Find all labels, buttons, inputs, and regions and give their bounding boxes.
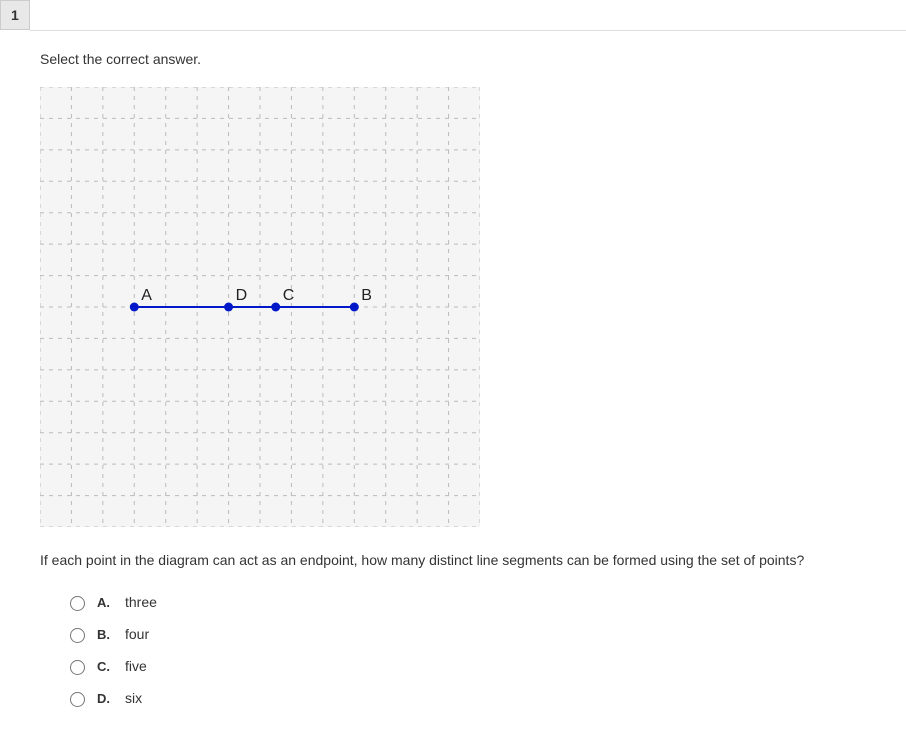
option-b-radio[interactable] bbox=[70, 628, 85, 643]
options-list: A. three B. four C. five D. six bbox=[40, 593, 886, 707]
point-a bbox=[130, 303, 139, 312]
point-b bbox=[350, 303, 359, 312]
instruction-text: Select the correct answer. bbox=[40, 51, 886, 67]
point-c bbox=[271, 303, 280, 312]
point-label-a: A bbox=[141, 287, 152, 304]
option-a[interactable]: A. three bbox=[65, 593, 886, 611]
question-number: 1 bbox=[0, 0, 30, 30]
option-letter: B. bbox=[97, 627, 111, 642]
option-c[interactable]: C. five bbox=[65, 657, 886, 675]
option-d-radio[interactable] bbox=[70, 692, 85, 707]
option-letter: C. bbox=[97, 659, 111, 674]
option-a-radio[interactable] bbox=[70, 596, 85, 611]
point-label-b: B bbox=[361, 287, 372, 304]
option-text: three bbox=[125, 594, 157, 610]
option-text: four bbox=[125, 626, 149, 642]
option-b[interactable]: B. four bbox=[65, 625, 886, 643]
diagram: ADCB bbox=[40, 87, 480, 527]
option-d[interactable]: D. six bbox=[65, 689, 886, 707]
point-label-d: D bbox=[236, 287, 248, 304]
option-c-radio[interactable] bbox=[70, 660, 85, 675]
option-text: five bbox=[125, 658, 147, 674]
option-text: six bbox=[125, 690, 142, 706]
point-label-c: C bbox=[283, 287, 295, 304]
option-letter: A. bbox=[97, 595, 111, 610]
point-d bbox=[224, 303, 233, 312]
option-letter: D. bbox=[97, 691, 111, 706]
divider bbox=[30, 30, 906, 31]
question-text: If each point in the diagram can act as … bbox=[40, 552, 886, 568]
